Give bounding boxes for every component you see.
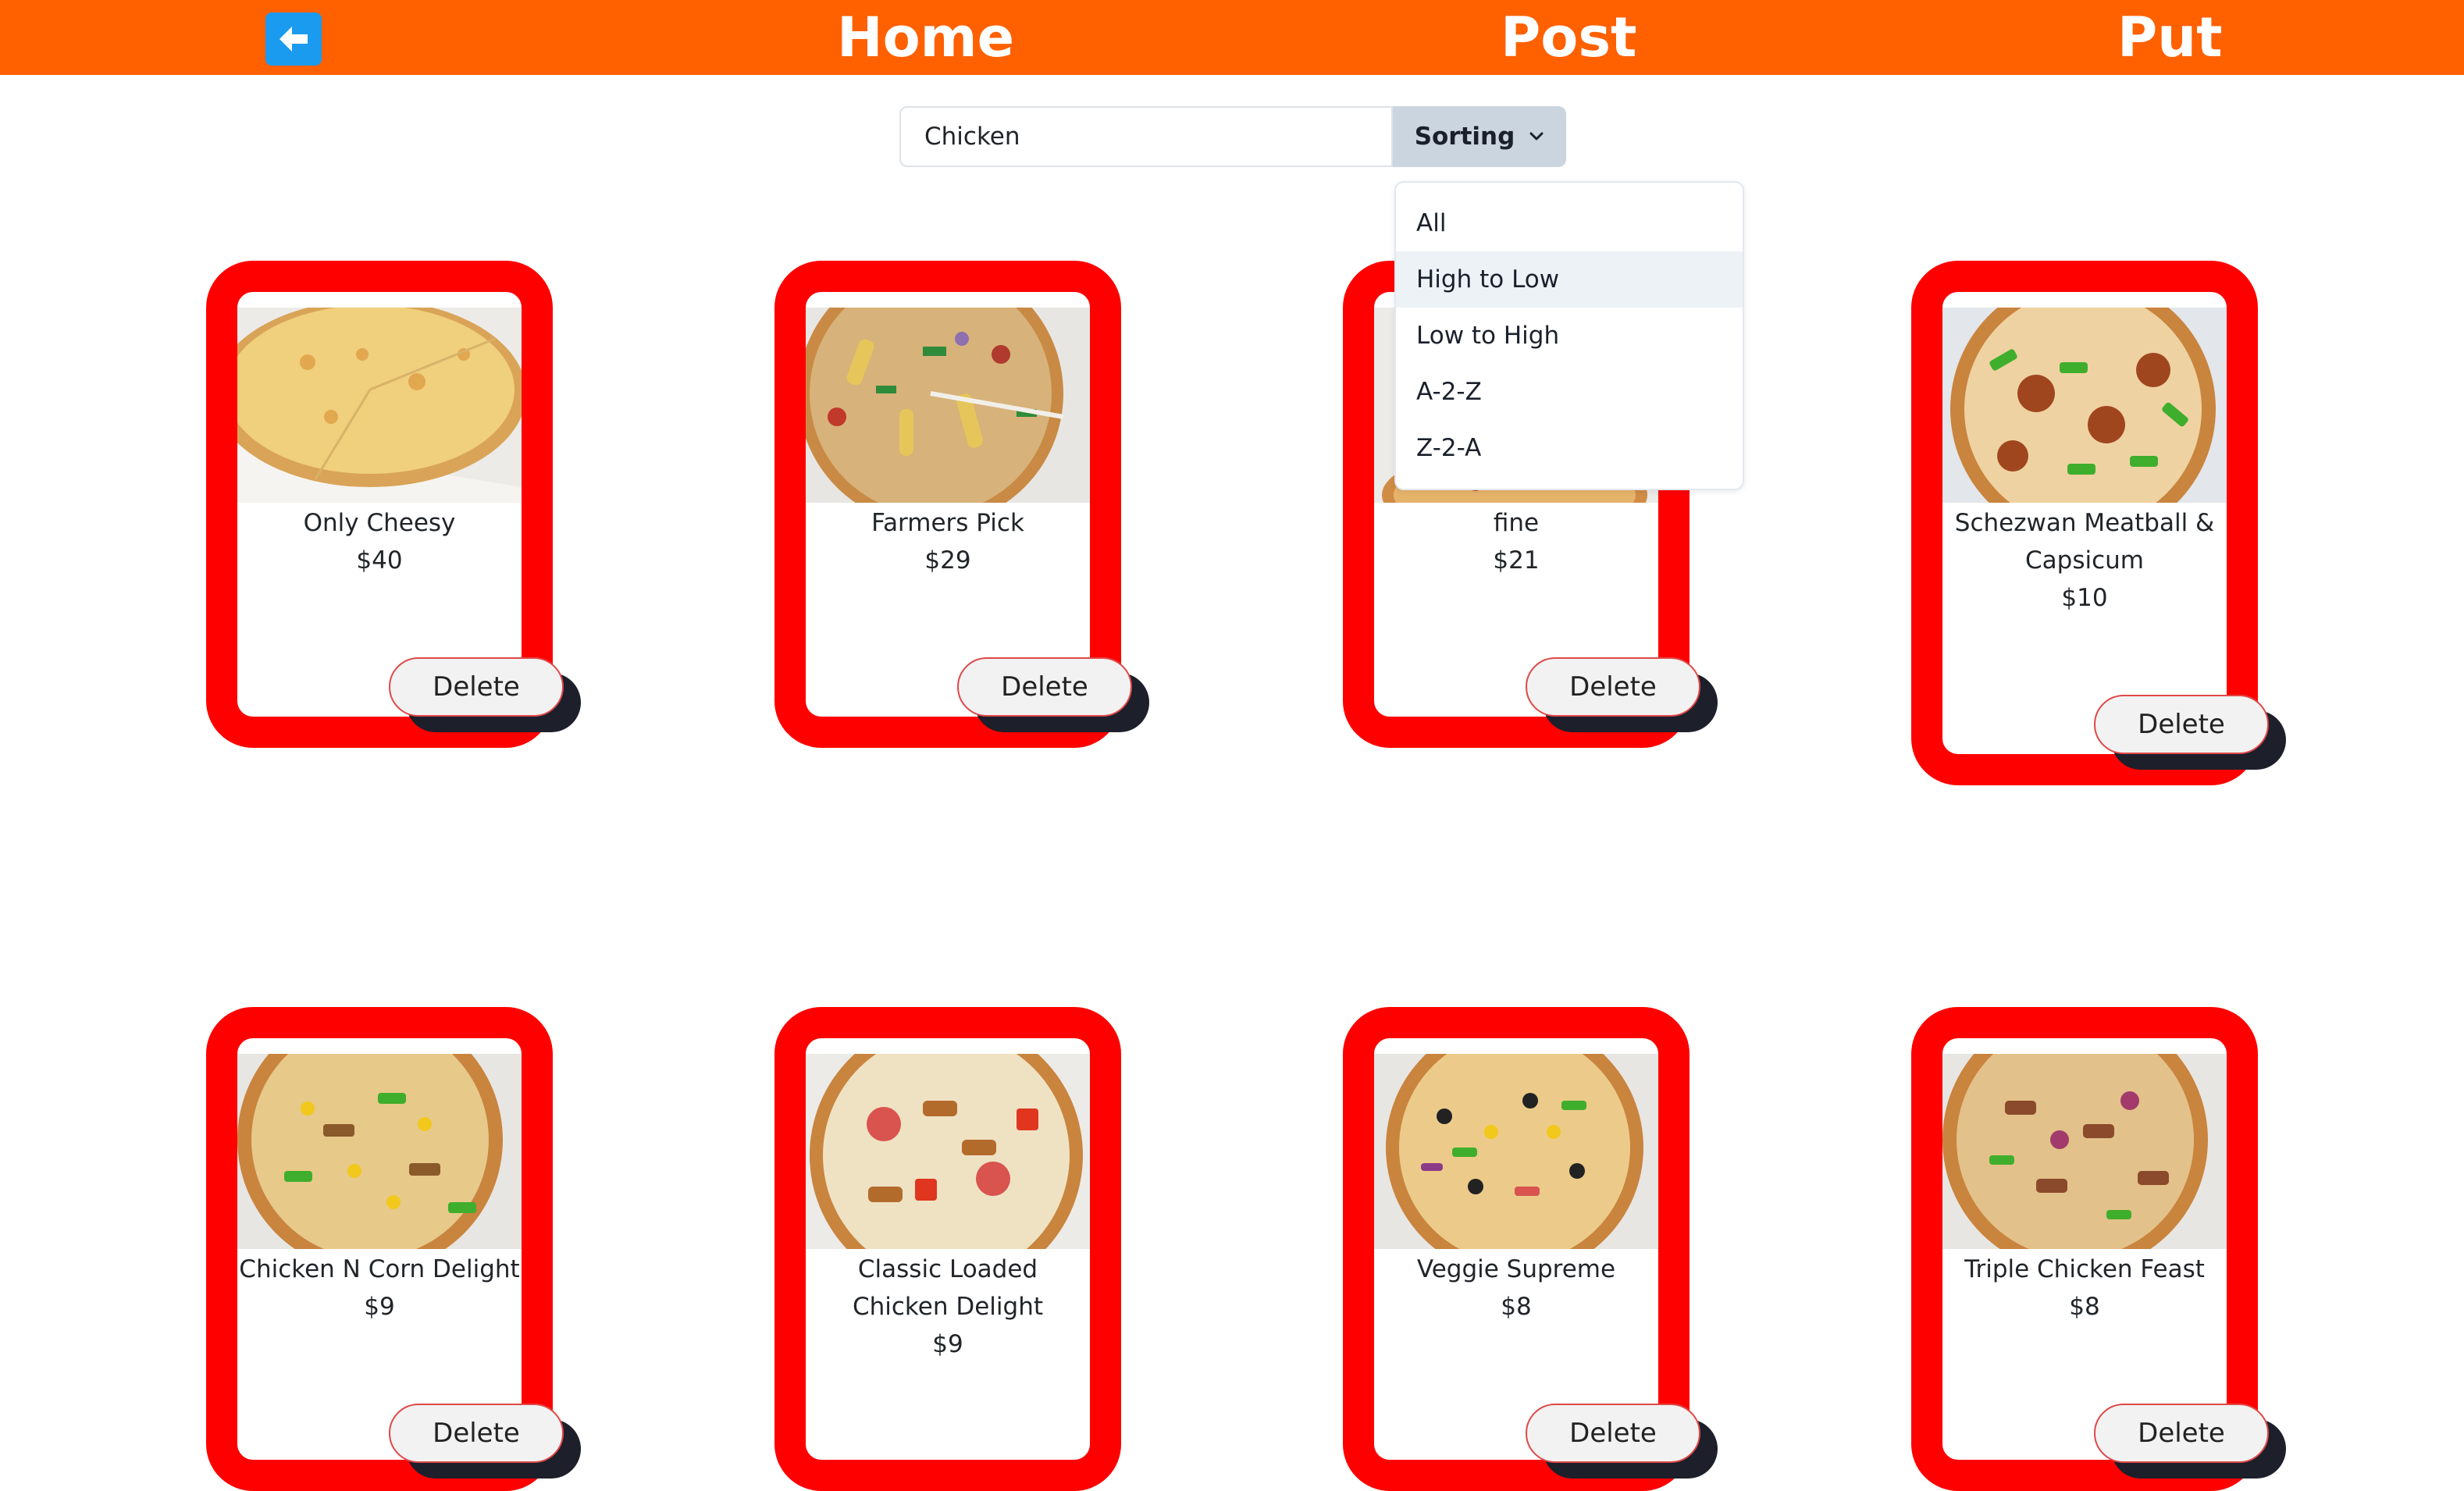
product-price: $9 [932, 1330, 963, 1358]
nav-put-link[interactable]: Put [2117, 0, 2223, 75]
delete-button[interactable]: Delete [1526, 657, 1700, 717]
product-price: $10 [2061, 584, 2108, 612]
delete-button[interactable]: Delete [2094, 1404, 2269, 1463]
product-price: $8 [2069, 1293, 2100, 1321]
product-price: $9 [364, 1293, 395, 1321]
pizza-image [806, 308, 1090, 503]
product-name: Chicken N Corn Delight [239, 1255, 520, 1283]
pizza-image [1942, 308, 2227, 503]
pizza-image [237, 1054, 522, 1249]
sorting-dropdown-button[interactable]: Sorting [1393, 106, 1566, 167]
delete-button[interactable]: Delete [1526, 1404, 1700, 1463]
product-name: Triple Chicken Feast [1964, 1255, 2205, 1283]
product-name: Schezwan Meatball & Capsicum [1954, 509, 2215, 575]
pizza-image [1942, 1054, 2227, 1249]
sort-option-z-to-a[interactable]: Z-2-A [1396, 420, 1743, 476]
product-price: $40 [356, 546, 403, 575]
product-name: Only Cheesy [303, 509, 456, 537]
delete-button[interactable]: Delete [389, 1404, 564, 1463]
delete-button[interactable]: Delete [389, 657, 564, 717]
pizza-image [237, 308, 522, 503]
product-name: Veggie Supreme [1416, 1255, 1616, 1283]
product-name: Classic Loaded Chicken Delight [852, 1255, 1044, 1321]
delete-button[interactable]: Delete [957, 657, 1132, 717]
product-card: Classic Loaded Chicken Delight $9 [774, 1007, 1121, 1491]
product-price: $21 [1493, 546, 1540, 575]
sort-option-a-to-z[interactable]: A-2-Z [1396, 364, 1743, 420]
arrow-left-icon [280, 27, 308, 52]
nav-home-link[interactable]: Home [837, 0, 1014, 75]
pizza-image [806, 1054, 1090, 1249]
sort-option-all[interactable]: All [1396, 195, 1743, 251]
product-name: fine [1493, 509, 1540, 537]
product-price: $29 [924, 546, 971, 575]
product-name: Farmers Pick [871, 509, 1024, 537]
top-navbar: Home Post Put [0, 0, 2464, 75]
chevron-down-icon [1529, 131, 1544, 142]
back-button[interactable] [265, 12, 322, 66]
nav-post-link[interactable]: Post [1501, 0, 1637, 75]
delete-button[interactable]: Delete [2094, 695, 2269, 754]
sort-option-low-to-high[interactable]: Low to High [1396, 308, 1743, 364]
pizza-image [1374, 1054, 1658, 1249]
sort-option-high-to-low[interactable]: High to Low [1396, 251, 1743, 308]
sorting-menu: All High to Low Low to High A-2-Z Z-2-A [1394, 181, 1744, 490]
search-input[interactable] [899, 106, 1393, 167]
sorting-label: Sorting [1414, 123, 1515, 151]
product-price: $8 [1501, 1293, 1532, 1321]
